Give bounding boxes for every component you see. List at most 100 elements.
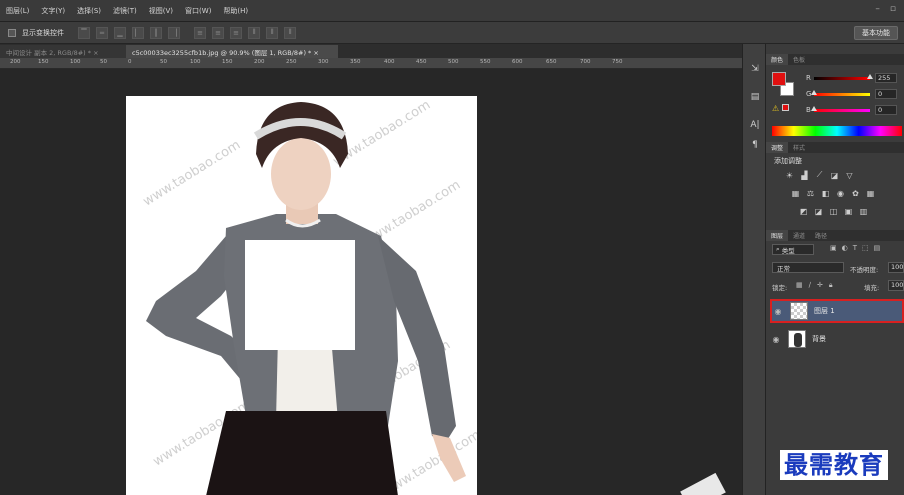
show-transform-controls-checkbox[interactable]	[8, 28, 16, 37]
blue-slider[interactable]	[811, 105, 870, 112]
distribute-vcenter-icon[interactable]: ≡	[212, 26, 224, 39]
red-slider-thumb[interactable]	[867, 73, 873, 79]
red-value-field[interactable]: 255	[875, 73, 897, 83]
hue-saturation-icon[interactable]: ▦	[790, 188, 801, 198]
fill-field[interactable]: 100	[888, 280, 904, 291]
green-slider[interactable]	[811, 89, 870, 96]
filter-type-icon[interactable]: T	[853, 244, 857, 252]
tab-color[interactable]: 颜色	[766, 54, 789, 65]
minimize-button[interactable]: –	[875, 4, 880, 14]
color-spectrum-bar[interactable]	[772, 126, 902, 136]
filter-smart-icon[interactable]: ▤	[874, 244, 881, 252]
align-left-icon[interactable]: ▏	[132, 26, 144, 39]
ruler-label: 250	[286, 59, 297, 65]
layer-filter-select[interactable]: ⌕ 类型	[772, 244, 814, 255]
canvas-area[interactable]: www.taobao.com www.taobao.com www.taobao…	[0, 69, 742, 495]
align-top-icon[interactable]: ▔	[78, 26, 90, 39]
tab-channels[interactable]: 通道	[788, 230, 810, 241]
layer-row-background[interactable]: ◉ 背景	[770, 327, 904, 351]
selective-color-icon[interactable]: ▥	[858, 206, 869, 216]
fill-label: 填充:	[864, 284, 880, 292]
opacity-field[interactable]: 100	[888, 262, 904, 273]
filter-pixel-icon[interactable]: ▣	[830, 244, 837, 252]
black-skirt	[206, 411, 398, 495]
green-slider-thumb[interactable]	[811, 89, 817, 95]
blend-mode-select[interactable]: 正常	[772, 262, 844, 273]
menu-select[interactable]: 选择(S)	[71, 6, 107, 16]
right-panels: 颜色 色板 ⚠ R 255 G 0 B 0 调整 样式 添加调整 ☀ ▟ ⟋ ◪…	[766, 44, 904, 495]
menu-window[interactable]: 窗口(W)	[179, 6, 217, 16]
lock-transparent-icon[interactable]: ▦	[796, 281, 803, 290]
align-hcenter-icon[interactable]: ║	[150, 26, 162, 39]
lock-move-icon[interactable]: ✛	[817, 281, 823, 290]
ruler-label: 100	[190, 59, 201, 65]
layer-thumbnail	[790, 302, 808, 320]
lock-icon[interactable]: 🔒︎	[829, 281, 833, 290]
menu-type[interactable]: 文字(Y)	[35, 6, 71, 16]
photo-filter-icon[interactable]: ◉	[835, 188, 846, 198]
show-transform-controls-label: 显示变换控件	[22, 28, 64, 37]
color-balance-icon[interactable]: ⚖	[805, 188, 816, 198]
threshold-icon[interactable]: ◫	[828, 206, 839, 216]
transform-handle[interactable]	[680, 472, 726, 495]
menu-view[interactable]: 视图(V)	[143, 6, 179, 16]
blend-mode-value: 正常	[777, 264, 790, 273]
distribute-bottom-icon[interactable]: ≡	[230, 26, 242, 39]
tab-paths[interactable]: 路径	[810, 230, 832, 241]
channel-mixer-icon[interactable]: ✿	[850, 188, 861, 198]
vibrance-icon[interactable]: ▽	[844, 170, 855, 180]
tab-document-2[interactable]: c5c00033ec3255cfb1b.jpg @ 90.9% (图层 1, R…	[126, 45, 338, 58]
filter-shape-icon[interactable]: ⬚	[862, 244, 869, 252]
blue-value-field[interactable]: 0	[875, 105, 897, 115]
levels-icon[interactable]: ▟	[799, 170, 810, 180]
gamut-swatch[interactable]	[782, 104, 789, 111]
ruler-label: 550	[480, 59, 491, 65]
tab-swatches[interactable]: 色板	[788, 54, 810, 65]
menu-bar: 图层(L) 文字(Y) 选择(S) 滤镜(T) 视图(V) 窗口(W) 帮助(H…	[0, 0, 904, 22]
foreground-color-swatch[interactable]	[772, 72, 786, 86]
workspace-switcher[interactable]: 基本功能	[854, 26, 898, 40]
distribute-right-icon[interactable]: ⦀	[284, 26, 296, 39]
color-lookup-icon[interactable]: ▦	[865, 188, 876, 198]
menu-filter[interactable]: 滤镜(T)	[107, 6, 143, 16]
tab-layers[interactable]: 图层	[766, 230, 789, 241]
black-white-icon[interactable]: ◧	[820, 188, 831, 198]
invert-icon[interactable]: ◩	[798, 206, 809, 216]
info-icon[interactable]: ▤	[748, 90, 762, 104]
green-value-field[interactable]: 0	[875, 89, 897, 99]
lock-brush-icon[interactable]: ∕	[809, 281, 811, 290]
white-square-layer[interactable]	[245, 240, 355, 350]
lock-label: 锁定:	[772, 284, 788, 292]
ruler-label: 0	[128, 59, 132, 65]
align-vcenter-icon[interactable]: ═	[96, 26, 108, 39]
align-bottom-icon[interactable]: ▁	[114, 26, 126, 39]
tab-adjustments[interactable]: 调整	[766, 142, 789, 153]
tab-document-1[interactable]: 中间设计 副本 2, RGB/8#) * ×	[0, 45, 126, 58]
layer-name: 图层 1	[814, 307, 835, 315]
paragraph-icon[interactable]: ¶	[748, 138, 762, 152]
menu-layer[interactable]: 图层(L)	[0, 6, 35, 16]
red-slider[interactable]	[814, 73, 873, 80]
character-icon[interactable]: A|	[748, 118, 762, 132]
menu-help[interactable]: 帮助(H)	[217, 6, 254, 16]
align-right-icon[interactable]: ▕	[168, 26, 180, 39]
curves-icon[interactable]: ⟋	[814, 170, 825, 180]
distribute-top-icon[interactable]: ≡	[194, 26, 206, 39]
document-canvas[interactable]: www.taobao.com www.taobao.com www.taobao…	[126, 96, 477, 495]
visibility-eye-icon[interactable]: ◉	[772, 307, 784, 316]
blue-slider-thumb[interactable]	[811, 105, 817, 111]
tab-styles[interactable]: 样式	[788, 142, 810, 153]
layer-row-1[interactable]: ◉ 图层 1	[770, 299, 904, 323]
exposure-icon[interactable]: ◪	[829, 170, 840, 180]
posterize-icon[interactable]: ◪	[813, 206, 824, 216]
gradient-map-icon[interactable]: ▣	[843, 206, 854, 216]
lock-icons: ▦ ∕ ✛ 🔒︎	[796, 281, 833, 290]
brightness-icon[interactable]: ☀	[784, 170, 795, 180]
visibility-eye-icon[interactable]: ◉	[770, 335, 782, 344]
distribute-left-icon[interactable]: ⦀	[248, 26, 260, 39]
maximize-button[interactable]: ▫	[890, 4, 896, 14]
distribute-hcenter-icon[interactable]: ⦀	[266, 26, 278, 39]
ruler-label: 350	[350, 59, 361, 65]
filter-adjustment-icon[interactable]: ◐	[842, 244, 848, 252]
history-icon[interactable]: ⇲	[748, 62, 762, 76]
